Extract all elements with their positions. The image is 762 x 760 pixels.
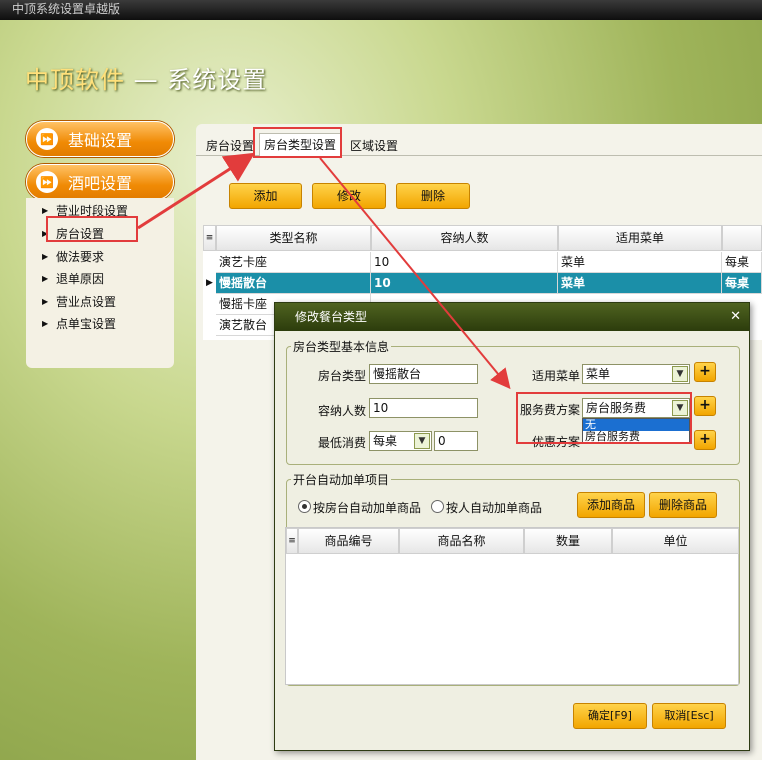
dropdown-option[interactable]: 房台服务费 bbox=[583, 431, 689, 443]
discount-label: 优惠方案 bbox=[531, 435, 580, 449]
triangle-right-icon: ▶ bbox=[42, 297, 49, 306]
min-spend-label: 最低消费 bbox=[317, 436, 366, 450]
tab-area-settings[interactable]: 区域设置 bbox=[350, 136, 398, 156]
add-discount-button[interactable]: + bbox=[694, 430, 716, 450]
delete-button[interactable]: 删除 bbox=[396, 183, 470, 209]
radio-by-table[interactable] bbox=[298, 500, 311, 513]
menu-label: 适用菜单 bbox=[531, 369, 580, 383]
triangle-right-icon: ▶ bbox=[42, 274, 49, 283]
column-header[interactable] bbox=[722, 225, 762, 251]
triangle-right-icon: ▶ bbox=[42, 206, 49, 215]
menu-select-value: 菜单 bbox=[586, 367, 611, 381]
column-header[interactable]: 商品编号 bbox=[298, 528, 399, 554]
service-fee-select[interactable]: 房台服务费 ▼ bbox=[582, 398, 690, 418]
triangle-right-icon: ▶ bbox=[42, 319, 49, 328]
column-header[interactable]: 容纳人数 bbox=[371, 225, 558, 251]
add-menu-button[interactable]: + bbox=[694, 362, 716, 382]
tab-bar: 房台设置 房台类型设置 区域设置 bbox=[196, 132, 762, 157]
close-icon[interactable]: ✕ bbox=[730, 309, 741, 324]
ok-button[interactable]: 确定[F9] bbox=[573, 703, 647, 729]
service-fee-dropdown-list: 无 房台服务费 bbox=[582, 418, 690, 444]
cancel-button[interactable]: 取消[Esc] bbox=[652, 703, 726, 729]
sidebar-item-business-hours[interactable]: ▶ 营业时段设置 bbox=[42, 200, 168, 222]
radio-by-table-label[interactable]: 按房台自动加单商品 bbox=[313, 499, 421, 516]
radio-by-person-label[interactable]: 按人自动加单商品 bbox=[446, 499, 542, 516]
forward-icon: ⏩ bbox=[36, 171, 58, 193]
edit-button[interactable]: 修改 bbox=[312, 183, 386, 209]
window-titlebar: 中顶系统设置卓越版 bbox=[0, 0, 762, 20]
capacity-input[interactable]: 10 bbox=[369, 398, 478, 418]
sidebar-item-cooking-requests[interactable]: ▶ 做法要求 bbox=[42, 246, 168, 268]
capacity-label: 容纳人数 bbox=[317, 404, 366, 418]
app-title: 中顶软件 — 系统设置 bbox=[25, 60, 267, 95]
column-header[interactable]: 类型名称 bbox=[216, 225, 371, 251]
sidebar-item-label: 营业时段设置 bbox=[56, 204, 129, 218]
chevron-down-icon: ▼ bbox=[414, 433, 430, 449]
row-type-name: 慢摇散台 bbox=[216, 273, 371, 294]
row-capacity: 10 bbox=[371, 273, 558, 294]
min-spend-unit-value: 每桌 bbox=[373, 434, 398, 448]
add-service-fee-button[interactable]: + bbox=[694, 396, 716, 416]
row-menu: 菜单 bbox=[558, 252, 722, 273]
sidebar-item-label: 房台设置 bbox=[56, 227, 105, 241]
service-fee-select-value: 房台服务费 bbox=[586, 401, 647, 415]
sidebar-item-business-points[interactable]: ▶ 营业点设置 bbox=[42, 291, 168, 313]
grid-menu-icon[interactable]: ≡ bbox=[286, 528, 298, 554]
auto-add-group-title: 开台自动加单项目 bbox=[291, 471, 392, 488]
sidebar-basic-settings-button[interactable]: ⏩ 基础设置 bbox=[26, 121, 174, 157]
add-button[interactable]: 添加 bbox=[229, 183, 302, 209]
sidebar-submenu: ▶ 营业时段设置 ▶ 房台设置 ▶ 做法要求 ▶ 退单原因 ▶ 营业点设置 ▶ … bbox=[26, 198, 174, 368]
sidebar-item-order-treasure[interactable]: ▶ 点单宝设置 bbox=[42, 313, 168, 335]
service-fee-label: 服务费方案 bbox=[519, 403, 580, 417]
triangle-right-icon: ▶ bbox=[42, 252, 49, 261]
row-extra: 每桌 bbox=[722, 252, 762, 273]
column-header[interactable]: 商品名称 bbox=[399, 528, 524, 554]
dialog-title: 修改餐台类型 bbox=[275, 303, 749, 331]
type-label: 房台类型 bbox=[317, 369, 366, 383]
basic-info-group-title: 房台类型基本信息 bbox=[291, 338, 392, 355]
row-menu: 菜单 bbox=[558, 273, 722, 294]
row-extra: 每桌 bbox=[722, 273, 762, 294]
menu-select[interactable]: 菜单 ▼ bbox=[582, 364, 690, 384]
sidebar-item-label: 点单宝设置 bbox=[56, 317, 117, 331]
column-header[interactable]: 单位 bbox=[612, 528, 739, 554]
sidebar-bar-settings-button[interactable]: ⏩ 酒吧设置 bbox=[26, 164, 174, 200]
sidebar-bar-settings-label: 酒吧设置 bbox=[68, 174, 133, 193]
goods-grid: ≡ 商品编号 商品名称 数量 单位 bbox=[285, 527, 739, 685]
app-title-main: 中顶软件 bbox=[25, 66, 125, 94]
row-type-name: 演艺卡座 bbox=[216, 252, 371, 273]
sidebar-item-label: 退单原因 bbox=[56, 272, 105, 286]
radio-by-person[interactable] bbox=[431, 500, 444, 513]
forward-icon: ⏩ bbox=[36, 128, 58, 150]
grid-menu-icon[interactable]: ≡ bbox=[203, 225, 216, 251]
add-goods-button[interactable]: 添加商品 bbox=[577, 492, 645, 518]
sidebar-item-table-settings[interactable]: ▶ 房台设置 bbox=[42, 223, 168, 245]
tab-table-type-settings[interactable]: 房台类型设置 bbox=[259, 133, 342, 157]
sidebar-item-label: 营业点设置 bbox=[56, 295, 117, 309]
row-capacity: 10 bbox=[371, 252, 558, 273]
min-spend-unit-select[interactable]: 每桌 ▼ bbox=[369, 431, 432, 451]
row-pointer-icon: ▶ bbox=[206, 278, 213, 288]
chevron-down-icon: ▼ bbox=[672, 366, 688, 382]
min-spend-input[interactable]: 0 bbox=[434, 431, 478, 451]
column-header[interactable]: 适用菜单 bbox=[558, 225, 722, 251]
sidebar-basic-settings-label: 基础设置 bbox=[68, 131, 133, 150]
chevron-down-icon: ▼ bbox=[672, 400, 688, 416]
column-header[interactable]: 数量 bbox=[524, 528, 612, 554]
app-title-sep: — bbox=[133, 66, 159, 94]
sidebar-item-refund-reasons[interactable]: ▶ 退单原因 bbox=[42, 268, 168, 290]
window-title: 中顶系统设置卓越版 bbox=[12, 2, 121, 16]
type-name-input[interactable]: 慢摇散台 bbox=[369, 364, 478, 384]
delete-goods-button[interactable]: 删除商品 bbox=[649, 492, 717, 518]
app-title-sub: 系统设置 bbox=[167, 66, 268, 94]
tab-table-settings[interactable]: 房台设置 bbox=[206, 136, 254, 156]
sidebar-item-label: 做法要求 bbox=[56, 250, 105, 264]
triangle-right-icon: ▶ bbox=[42, 229, 49, 238]
